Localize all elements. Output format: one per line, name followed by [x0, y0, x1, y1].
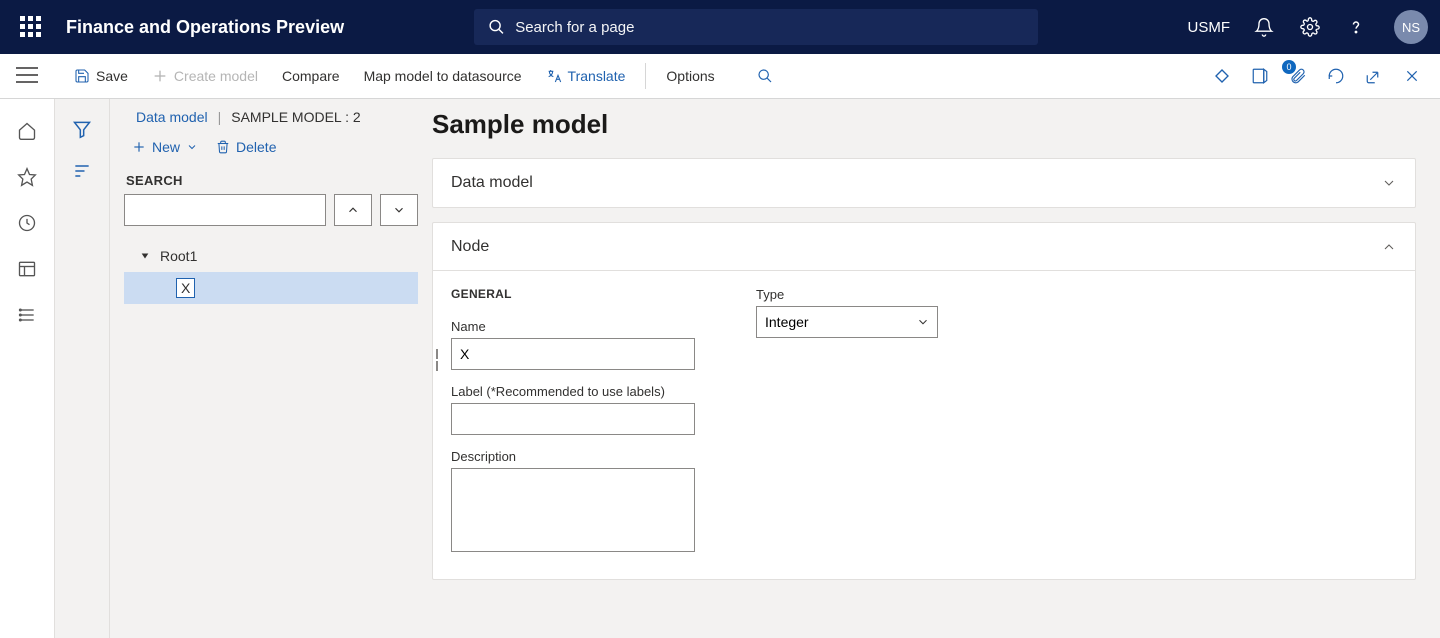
workspaces-icon[interactable]: [15, 257, 39, 281]
tree-node-root-label: Root1: [160, 248, 197, 264]
favorites-icon[interactable]: [15, 165, 39, 189]
chevron-down-icon: [392, 203, 406, 217]
type-field[interactable]: StringIntegerRealDateEnumRecordRecord li…: [756, 306, 938, 338]
nav-collapse-icon[interactable]: [16, 66, 38, 84]
node-card-header[interactable]: Node: [433, 223, 1415, 271]
filter-icon[interactable]: [70, 117, 94, 141]
help-icon[interactable]: [1344, 15, 1368, 39]
pane-resize-handle[interactable]: [436, 349, 438, 371]
description-field-label: Description: [451, 449, 696, 464]
data-model-card-header[interactable]: Data model: [433, 159, 1415, 207]
search-label: SEARCH: [124, 173, 418, 188]
refresh-icon[interactable]: [1326, 66, 1346, 86]
options-button[interactable]: Options: [654, 54, 726, 98]
general-section-label: GENERAL: [451, 287, 696, 301]
caret-expanded-icon[interactable]: [140, 251, 150, 261]
tree-actions: New Delete: [124, 139, 418, 155]
page-title: Sample model: [432, 109, 1416, 140]
modules-icon[interactable]: [15, 303, 39, 327]
translate-button[interactable]: Translate: [534, 54, 638, 98]
recent-icon[interactable]: [15, 211, 39, 235]
label-field-label: Label (*Recommended to use labels): [451, 384, 696, 399]
data-model-card-title: Data model: [451, 174, 533, 192]
global-search-input[interactable]: [515, 19, 1024, 36]
chevron-down-icon: [1381, 175, 1397, 191]
node-card: Node GENERAL Name Label (*Recommended to…: [432, 222, 1416, 580]
user-avatar[interactable]: NS: [1394, 10, 1428, 44]
breadcrumb: Data model | SAMPLE MODEL : 2: [124, 109, 418, 125]
options-label: Options: [666, 68, 714, 84]
chevron-up-icon: [1381, 239, 1397, 255]
search-next-button[interactable]: [380, 194, 418, 226]
attachments-icon[interactable]: 0: [1288, 66, 1308, 86]
label-field[interactable]: [451, 403, 695, 435]
search-icon: [757, 68, 773, 84]
company-selector[interactable]: USMF: [1188, 19, 1231, 36]
save-icon: [74, 68, 90, 84]
chevron-up-icon: [346, 203, 360, 217]
sort-icon[interactable]: [70, 159, 94, 183]
translate-label: Translate: [568, 68, 626, 84]
search-page-button[interactable]: [727, 54, 785, 98]
save-button[interactable]: Save: [62, 54, 140, 98]
settings-icon[interactable]: [1298, 15, 1322, 39]
delete-label: Delete: [236, 139, 276, 155]
save-label: Save: [96, 68, 128, 84]
name-field[interactable]: [451, 338, 695, 370]
node-card-title: Node: [451, 238, 489, 256]
chevron-down-icon: [186, 141, 198, 153]
open-office-icon[interactable]: [1250, 66, 1270, 86]
name-field-label: Name: [451, 319, 696, 334]
description-field[interactable]: [451, 468, 695, 552]
tree-node-root[interactable]: Root1: [124, 240, 418, 272]
close-icon[interactable]: [1402, 66, 1422, 86]
map-model-button[interactable]: Map model to datasource: [352, 54, 534, 98]
search-prev-button[interactable]: [334, 194, 372, 226]
new-button[interactable]: New: [132, 139, 198, 155]
nav-rail: [0, 99, 55, 638]
create-model-label: Create model: [174, 68, 258, 84]
attachments-badge: 0: [1282, 60, 1296, 74]
breadcrumb-current: SAMPLE MODEL : 2: [231, 109, 360, 125]
popout-icon[interactable]: [1364, 66, 1384, 86]
command-bar: Save Create model Compare Map model to d…: [0, 54, 1440, 99]
personalize-icon[interactable]: [1212, 66, 1232, 86]
delete-button[interactable]: Delete: [216, 139, 276, 155]
compare-button[interactable]: Compare: [270, 54, 352, 98]
tree-search-input[interactable]: [124, 194, 326, 226]
global-search[interactable]: [474, 9, 1038, 45]
new-label: New: [152, 139, 180, 155]
tree-node-child[interactable]: X: [124, 272, 418, 304]
trash-icon: [216, 140, 230, 154]
search-icon: [488, 18, 505, 36]
app-launcher-icon[interactable]: [20, 16, 42, 38]
home-icon[interactable]: [15, 119, 39, 143]
tree-node-child-label: X: [176, 278, 195, 298]
tree-pane: Data model | SAMPLE MODEL : 2 New Delete…: [110, 99, 432, 638]
translate-icon: [546, 68, 562, 84]
app-title: Finance and Operations Preview: [66, 17, 344, 38]
type-field-label: Type: [756, 287, 1001, 302]
data-model-card: Data model: [432, 158, 1416, 208]
plus-icon: [152, 68, 168, 84]
cmdbar-divider: [645, 63, 646, 89]
map-model-label: Map model to datasource: [364, 68, 522, 84]
plus-icon: [132, 140, 146, 154]
breadcrumb-root[interactable]: Data model: [136, 109, 208, 125]
notifications-icon[interactable]: [1252, 15, 1276, 39]
compare-label: Compare: [282, 68, 340, 84]
create-model-button: Create model: [140, 54, 270, 98]
model-tree: Root1 X: [124, 240, 418, 304]
global-header: Finance and Operations Preview USMF NS: [0, 0, 1440, 54]
filter-rail: [55, 99, 110, 638]
main-content: Sample model Data model Node GENERAL Nam…: [432, 99, 1440, 638]
breadcrumb-separator: |: [218, 109, 222, 125]
